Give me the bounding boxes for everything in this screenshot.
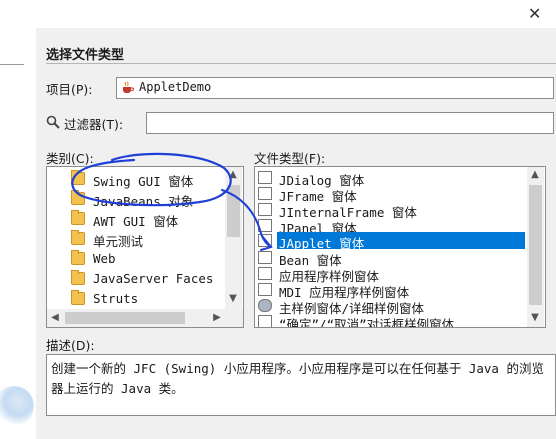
description-text: 创建一个新的 JFC (Swing) 小应用程序。小应用程序是可以在任何基于 J… xyxy=(51,361,544,396)
folder-icon xyxy=(71,170,85,185)
file-types-label: 文件类型(F): xyxy=(254,151,326,166)
list-item-selected[interactable]: JApplet 窗体 xyxy=(277,232,525,251)
applet-icon-cell xyxy=(255,232,277,249)
project-label: 项目(P): xyxy=(46,82,93,97)
page-title: 选择文件类型 xyxy=(46,48,125,63)
search-icon xyxy=(46,115,60,129)
list-item[interactable]: “确定”/“取消”对话框样例窗体 xyxy=(255,312,525,327)
dialog-form-icon xyxy=(258,315,272,327)
chevron-down-icon[interactable]: ▼ xyxy=(527,310,543,326)
list-item[interactable]: JavaServer Faces xyxy=(47,269,227,289)
database-icon xyxy=(258,299,272,312)
chevron-left-icon[interactable]: ◀ xyxy=(47,310,63,326)
list-item[interactable]: Swing GUI 窗体 xyxy=(47,169,227,189)
bean-file-icon xyxy=(258,251,272,264)
description-box: 创建一个新的 JFC (Swing) 小应用程序。小应用程序是可以在任何基于 J… xyxy=(46,354,556,416)
folder-icon xyxy=(71,230,85,245)
form-file-icon xyxy=(258,187,272,200)
folder-icon xyxy=(71,250,85,265)
scrollbar-thumb[interactable] xyxy=(227,185,240,237)
list-item[interactable]: 单元测试 xyxy=(47,229,227,249)
decorative-logo xyxy=(0,386,34,426)
project-value: AppletDemo xyxy=(139,80,212,94)
divider xyxy=(0,64,24,65)
scrollbar-thumb[interactable] xyxy=(529,185,542,305)
folder-icon xyxy=(71,190,85,205)
chevron-up-icon[interactable]: ▲ xyxy=(225,167,241,183)
folder-icon xyxy=(71,270,85,285)
filter-input[interactable] xyxy=(146,112,554,134)
sample-form-icon xyxy=(258,267,272,280)
list-item[interactable]: Web xyxy=(47,249,227,269)
categories-horizontal-scrollbar[interactable]: ◀ ▶ xyxy=(47,309,243,327)
file-types-vertical-scrollbar[interactable]: ▲ ▼ xyxy=(527,167,544,327)
chevron-up-icon[interactable]: ▲ xyxy=(527,167,543,183)
categories-vertical-scrollbar[interactable]: ▲ ▼ xyxy=(225,167,242,309)
applet-file-icon xyxy=(258,234,272,247)
java-cup-icon xyxy=(123,81,134,93)
folder-icon xyxy=(71,290,85,305)
list-item[interactable]: Struts xyxy=(47,289,227,309)
title-divider xyxy=(46,63,556,64)
chevron-down-icon[interactable]: ▼ xyxy=(225,291,241,307)
close-icon[interactable]: ✕ xyxy=(528,4,541,23)
folder-icon xyxy=(71,210,85,225)
scrollbar-thumb[interactable] xyxy=(65,312,185,324)
description-label: 描述(D): xyxy=(46,338,95,353)
form-file-icon xyxy=(258,203,272,216)
categories-label: 类别(C): xyxy=(46,151,94,166)
chevron-right-icon[interactable]: ▶ xyxy=(209,310,225,326)
project-combobox[interactable]: AppletDemo xyxy=(116,77,554,99)
list-item[interactable]: JavaBeans 对象 xyxy=(47,189,227,209)
list-item[interactable]: AWT GUI 窗体 xyxy=(47,209,227,229)
file-types-list[interactable]: JDialog 窗体 JFrame 窗体 JInternalFrame 窗体 J… xyxy=(254,166,546,328)
form-file-icon xyxy=(258,171,272,184)
background-window-strip xyxy=(0,0,36,439)
categories-list[interactable]: Swing GUI 窗体 JavaBeans 对象 AWT GUI 窗体 单元测… xyxy=(46,166,244,328)
form-file-icon xyxy=(258,219,272,232)
filter-label: 过滤器(T): xyxy=(64,117,124,132)
mdi-form-icon xyxy=(258,283,272,296)
new-file-dialog-panel: 选择文件类型 项目(P): AppletDemo 过滤器(T): 类别(C): … xyxy=(36,28,556,439)
